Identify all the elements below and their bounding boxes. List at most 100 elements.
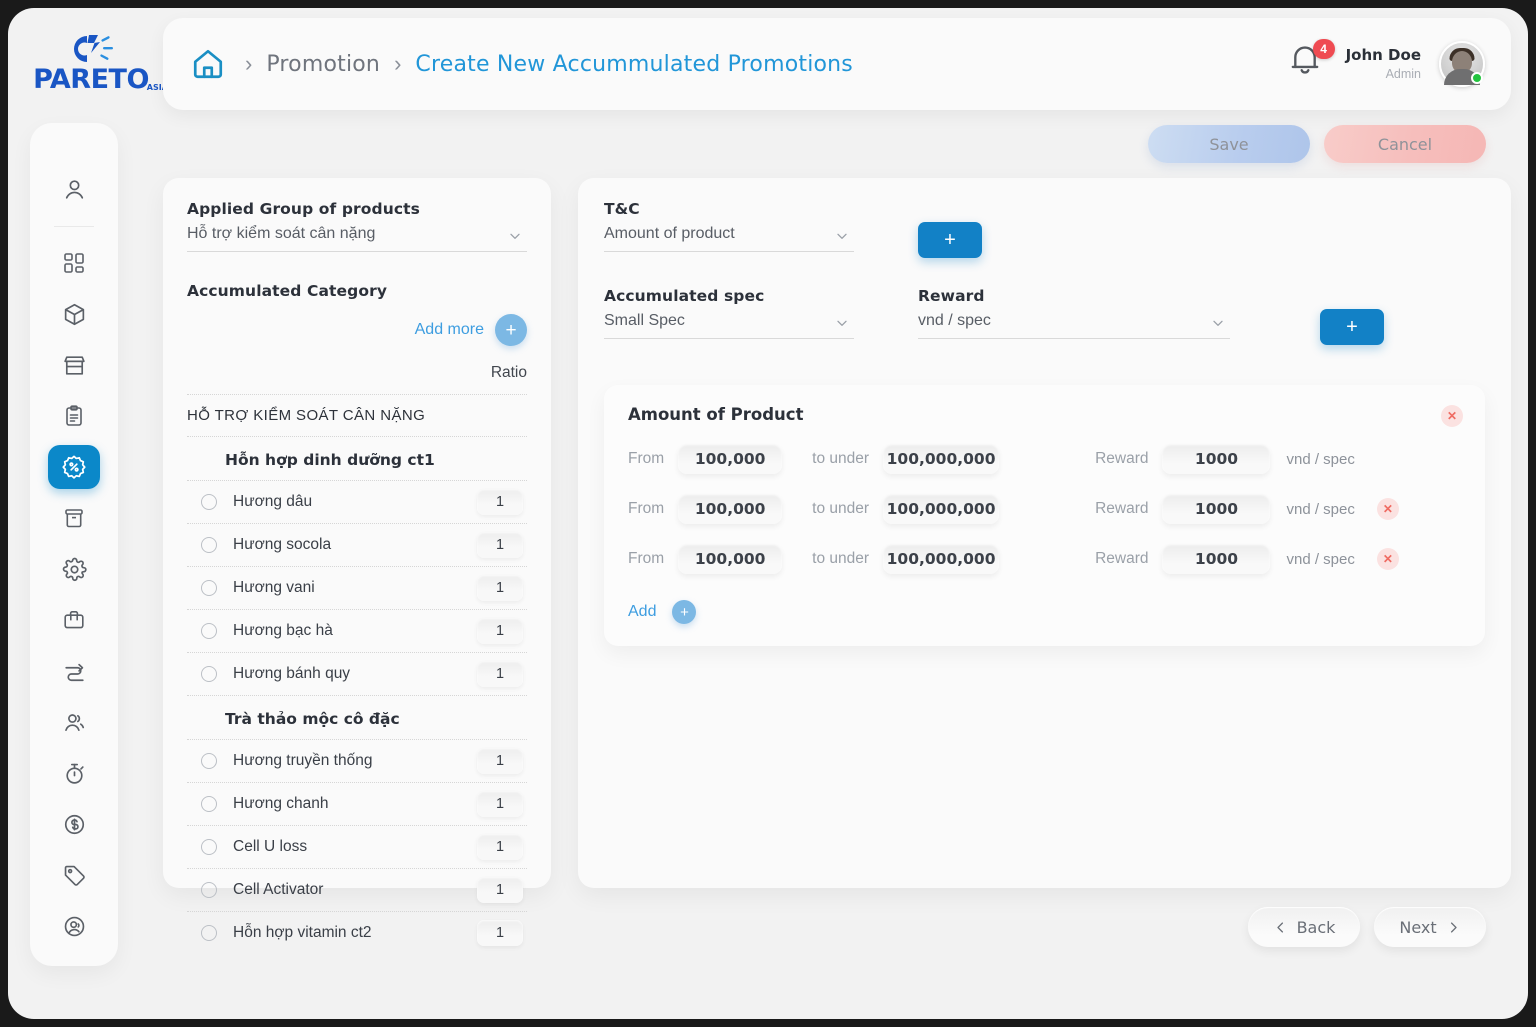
product-radio[interactable] bbox=[201, 753, 217, 769]
product-radio[interactable] bbox=[201, 666, 217, 682]
cancel-button[interactable]: Cancel bbox=[1324, 125, 1486, 163]
remove-card-button[interactable]: ✕ bbox=[1441, 405, 1463, 427]
sidebar-item-user[interactable] bbox=[48, 167, 100, 211]
sidebar-item-inventory[interactable] bbox=[48, 496, 100, 540]
add-tier-label[interactable]: Add bbox=[628, 603, 656, 621]
sidebar-item-customers[interactable] bbox=[48, 700, 100, 744]
reward-unit: vnd / spec bbox=[1286, 550, 1355, 568]
product-ratio-input[interactable]: 1 bbox=[477, 877, 523, 903]
breadcrumb-item-promotion[interactable]: Promotion bbox=[266, 52, 380, 77]
sidebar-item-orders[interactable] bbox=[48, 394, 100, 438]
tier-rows: From 100,000 to under 100,000,000 Reward 1000… bbox=[628, 444, 1461, 574]
chevron-down-icon bbox=[834, 315, 850, 336]
from-input[interactable]: 100,000 bbox=[678, 494, 783, 524]
ratio-column-header: Ratio bbox=[187, 364, 527, 395]
avatar[interactable] bbox=[1439, 41, 1485, 87]
brand-name: PARETO ASIA bbox=[33, 63, 168, 95]
sidebar-item-timer[interactable] bbox=[48, 751, 100, 795]
reward-input[interactable]: 1000 bbox=[1162, 494, 1271, 524]
product-ratio-input[interactable]: 1 bbox=[477, 575, 523, 601]
reward-row-label: Reward bbox=[1095, 450, 1149, 467]
accumulated-spec-field: Accumulated spec Small Spec bbox=[604, 287, 854, 339]
sidebar-item-transfers[interactable] bbox=[48, 649, 100, 693]
list-item[interactable]: Cell U loss 1 bbox=[187, 826, 527, 869]
product-radio[interactable] bbox=[201, 537, 217, 553]
list-item[interactable]: Hương socola 1 bbox=[187, 524, 527, 567]
add-more-button[interactable]: + bbox=[495, 314, 527, 346]
applied-group-value: Hỗ trợ kiểm soát cân nặng bbox=[187, 225, 376, 242]
from-label: From bbox=[628, 500, 665, 517]
stopwatch-icon bbox=[65, 763, 84, 784]
add-spec-reward-button[interactable]: + bbox=[1320, 309, 1384, 345]
applied-group-select[interactable]: Hỗ trợ kiểm soát cân nặng bbox=[187, 225, 527, 252]
product-name: Hương chanh bbox=[233, 795, 329, 812]
home-button[interactable] bbox=[185, 41, 231, 87]
product-ratio-input[interactable]: 1 bbox=[477, 661, 523, 687]
accumulated-spec-select[interactable]: Small Spec bbox=[604, 312, 854, 339]
to-input[interactable]: 100,000,000 bbox=[883, 494, 1000, 524]
online-status-dot bbox=[1471, 72, 1483, 84]
reward-input[interactable]: 1000 bbox=[1162, 544, 1271, 574]
tc-label: T&C bbox=[604, 200, 640, 218]
tc-select[interactable]: Amount of product bbox=[604, 225, 854, 252]
product-radio[interactable] bbox=[201, 839, 217, 855]
add-tier-button[interactable]: + bbox=[672, 600, 697, 624]
product-radio[interactable] bbox=[201, 796, 217, 812]
product-radio[interactable] bbox=[201, 882, 217, 898]
list-item[interactable]: Hương dâu 1 bbox=[187, 481, 527, 524]
applied-products-card: Applied Group of products Hỗ trợ kiểm so… bbox=[163, 178, 551, 946]
sidebar-item-dashboard[interactable] bbox=[48, 241, 100, 285]
list-item[interactable]: Cell Activator 1 bbox=[187, 869, 527, 912]
brand-name-text: PARETO bbox=[33, 63, 149, 95]
next-button[interactable]: Next bbox=[1374, 907, 1486, 947]
sidebar-item-tags[interactable] bbox=[48, 853, 100, 897]
sidebar-item-store[interactable] bbox=[48, 343, 100, 387]
product-radio[interactable] bbox=[201, 925, 217, 941]
product-radio[interactable] bbox=[201, 494, 217, 510]
remove-tier-button[interactable]: ✕ bbox=[1376, 548, 1399, 570]
product-ratio-input[interactable]: 1 bbox=[477, 920, 523, 946]
remove-tier-button[interactable]: ✕ bbox=[1376, 498, 1399, 520]
product-radio[interactable] bbox=[201, 580, 217, 596]
to-input[interactable]: 100,000,000 bbox=[883, 444, 1000, 474]
sidebar-item-promotion[interactable] bbox=[48, 445, 100, 489]
product-ratio-input[interactable]: 1 bbox=[477, 748, 523, 774]
to-input[interactable]: 100,000,000 bbox=[883, 544, 1000, 574]
next-label: Next bbox=[1399, 917, 1437, 937]
brand-logo[interactable]: PARETO ASIA bbox=[26, 26, 168, 98]
sidebar-item-finance[interactable] bbox=[48, 802, 100, 846]
sidebar-item-account[interactable] bbox=[48, 904, 100, 948]
breadcrumb-item-create-promotion[interactable]: Create New Accummulated Promotions bbox=[415, 52, 853, 77]
sidebar-item-products[interactable] bbox=[48, 292, 100, 336]
list-item[interactable]: Hương truyền thống 1 bbox=[187, 740, 527, 783]
product-ratio-input[interactable]: 1 bbox=[477, 618, 523, 644]
reward-input[interactable]: 1000 bbox=[1162, 444, 1271, 474]
list-item[interactable]: Hương bạc hà 1 bbox=[187, 610, 527, 653]
product-ratio-input[interactable]: 1 bbox=[477, 834, 523, 860]
product-name: Hương bánh quy bbox=[233, 665, 351, 682]
add-tc-button[interactable]: + bbox=[918, 222, 982, 258]
list-item[interactable]: Hương bánh quy 1 bbox=[187, 653, 527, 696]
list-item[interactable]: Hương vani 1 bbox=[187, 567, 527, 610]
user-info[interactable]: John Doe Admin bbox=[1346, 45, 1421, 82]
product-ratio-input[interactable]: 1 bbox=[477, 532, 523, 558]
from-input[interactable]: 100,000 bbox=[678, 444, 783, 474]
list-item[interactable]: Hương chanh 1 bbox=[187, 783, 527, 826]
product-ratio-input[interactable]: 1 bbox=[477, 791, 523, 817]
product-radio[interactable] bbox=[201, 623, 217, 639]
reward-unit: vnd / spec bbox=[1286, 500, 1355, 518]
from-input[interactable]: 100,000 bbox=[678, 544, 783, 574]
product-ratio-input[interactable]: 1 bbox=[477, 489, 523, 515]
breadcrumb-separator-1: › bbox=[245, 51, 253, 76]
save-button[interactable]: Save bbox=[1148, 125, 1310, 163]
list-item[interactable]: Hỗn hợp vitamin ct2 1 bbox=[187, 912, 527, 954]
sidebar-item-briefcase[interactable] bbox=[48, 598, 100, 642]
reward-select[interactable]: vnd / spec bbox=[918, 312, 1230, 339]
notifications-button[interactable]: 4 bbox=[1288, 39, 1335, 86]
add-more-label[interactable]: Add more bbox=[415, 321, 484, 339]
plus-icon: + bbox=[505, 319, 517, 341]
header-user-area: 4 John Doe Admin bbox=[1288, 39, 1511, 87]
sidebar-item-settings[interactable] bbox=[48, 547, 100, 591]
tier-row: From 100,000 to under 100,000,000 Reward 1000… bbox=[628, 544, 1461, 574]
back-button[interactable]: Back bbox=[1248, 907, 1360, 947]
